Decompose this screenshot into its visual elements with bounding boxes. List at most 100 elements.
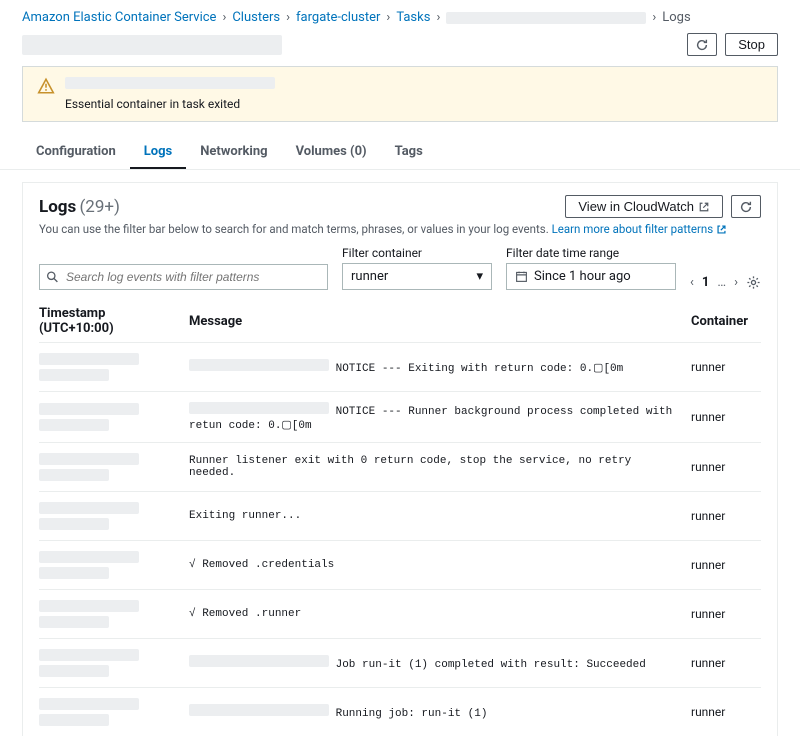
alert-title-redacted [65,77,275,89]
table-row[interactable]: Job run-it (1) completed with result: Su… [39,639,761,688]
breadcrumb-current: Logs [662,10,690,25]
timestamp-redacted [39,369,109,381]
timestamp-redacted [39,419,109,431]
table-row[interactable]: NOTICE --- Runner background process com… [39,392,761,443]
refresh-button[interactable] [687,33,717,56]
tab-networking[interactable]: Networking [186,136,281,169]
chevron-right-icon: › [436,10,440,25]
timestamp-redacted [39,518,109,530]
timestamp-redacted [39,665,109,677]
pagination: ‹ 1 … › [690,275,761,290]
refresh-icon [739,200,753,214]
log-container: runner [691,688,761,736]
calendar-icon [515,270,528,283]
log-message: Running job: run-it (1) [336,708,488,720]
chevron-right-icon: › [286,10,290,25]
log-message: Job run-it (1) completed with result: Su… [336,659,646,671]
filter-container-select[interactable]: runner ▾ [342,263,492,290]
logs-count: (29+) [79,197,120,217]
tabs: Configuration Logs Networking Volumes (0… [0,136,800,170]
breadcrumb: Amazon Elastic Container Service › Cluste… [0,0,800,31]
log-container: runner [691,492,761,541]
tab-configuration[interactable]: Configuration [22,136,130,169]
log-message: Exiting runner... [189,510,301,522]
logs-help-text: You can use the filter bar below to sear… [39,222,761,236]
page-ellipsis: … [717,275,726,290]
timestamp-redacted [39,600,139,612]
timestamp-redacted [39,453,139,465]
filter-date-select[interactable]: Since 1 hour ago [506,263,676,290]
filter-date-value: Since 1 hour ago [534,269,631,284]
col-timestamp[interactable]: Timestamp (UTC+10:00) [39,300,189,343]
view-cloudwatch-button[interactable]: View in CloudWatch [565,195,723,218]
message-prefix-redacted [189,704,329,716]
message-prefix-redacted [189,402,329,414]
filter-row: Filter container runner ▾ Filter date ti… [39,246,761,290]
breadcrumb-link[interactable]: Amazon Elastic Container Service [22,10,216,25]
refresh-icon [695,38,709,52]
caret-down-icon: ▾ [476,269,483,284]
page-title-redacted [22,35,282,55]
message-prefix-redacted [189,359,329,371]
timestamp-redacted [39,469,109,481]
tab-logs[interactable]: Logs [130,136,186,169]
log-container: runner [691,392,761,443]
log-message: NOTICE --- Exiting with return code: 0.▢… [336,363,624,375]
table-row[interactable]: Exiting runner... runner [39,492,761,541]
timestamp-redacted [39,616,109,628]
tab-volumes[interactable]: Volumes (0) [282,136,381,169]
table-row[interactable]: Runner listener exit with 0 return code,… [39,443,761,492]
search-input[interactable] [39,264,328,290]
page-next-button[interactable]: › [734,275,738,290]
timestamp-redacted [39,502,139,514]
warning-icon [37,77,55,111]
view-cloudwatch-label: View in CloudWatch [578,199,694,214]
log-container: runner [691,343,761,392]
table-row[interactable]: NOTICE --- Exiting with return code: 0.▢… [39,343,761,392]
external-link-icon [698,201,710,213]
stop-button[interactable]: Stop [725,33,778,56]
log-message: √ Removed .credentials [189,559,334,571]
timestamp-redacted [39,551,139,563]
breadcrumb-link[interactable]: Clusters [232,10,280,25]
breadcrumb-link[interactable]: Tasks [396,10,430,25]
filter-container-label: Filter container [342,246,492,260]
chevron-right-icon: › [386,10,390,25]
search-icon [46,271,59,284]
timestamp-redacted [39,698,139,710]
timestamp-redacted [39,567,109,579]
page-prev-button[interactable]: ‹ [690,275,694,290]
table-row[interactable]: √ Removed .runner runner [39,590,761,639]
alert-banner: Essential container in task exited [22,66,778,122]
refresh-logs-button[interactable] [731,195,761,218]
col-message[interactable]: Message [189,300,691,343]
log-container: runner [691,590,761,639]
log-message: √ Removed .runner [189,608,301,620]
filter-patterns-link[interactable]: Learn more about filter patterns [552,222,727,236]
gear-icon [746,275,761,290]
timestamp-redacted [39,649,139,661]
log-container: runner [691,541,761,590]
search-group [39,264,328,290]
logs-panel: Logs (29+) View in CloudWatch You can us… [22,182,778,736]
alert-subtext: Essential container in task exited [65,97,275,111]
col-container[interactable]: Container [691,300,761,343]
page-number: 1 [702,275,709,290]
table-row[interactable]: Running job: run-it (1) runner [39,688,761,736]
chevron-right-icon: › [222,10,226,25]
table-row[interactable]: √ Removed .credentials runner [39,541,761,590]
logs-table: Timestamp (UTC+10:00) Message Container … [39,300,761,736]
filter-container-value: runner [351,269,388,284]
header-bar: Stop [0,31,800,66]
logs-title: Logs [39,197,76,217]
timestamp-redacted [39,353,139,365]
filter-date-label: Filter date time range [506,246,676,260]
timestamp-redacted [39,714,109,726]
tab-tags[interactable]: Tags [381,136,437,169]
log-message: Runner listener exit with 0 return code,… [189,455,631,479]
settings-button[interactable] [746,275,761,290]
external-link-icon [716,224,727,235]
log-container: runner [691,639,761,688]
breadcrumb-link[interactable]: fargate-cluster [296,10,380,25]
log-container: runner [691,443,761,492]
